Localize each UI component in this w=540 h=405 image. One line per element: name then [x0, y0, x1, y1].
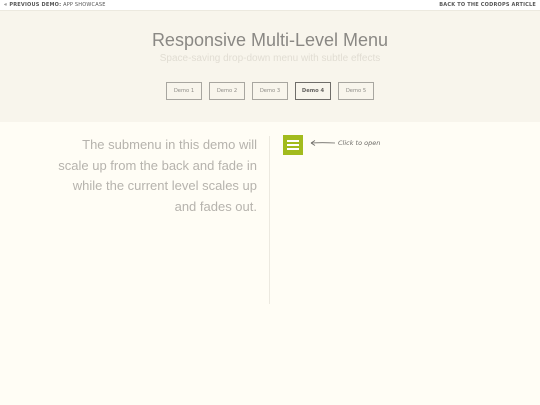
- demo-2-button[interactable]: Demo 2: [209, 82, 245, 100]
- previous-demo-link[interactable]: « Previous Demo: App Showcase: [4, 2, 106, 8]
- top-bar: « Previous Demo: App Showcase Back to th…: [0, 0, 540, 11]
- arrow-left-icon: [310, 140, 336, 146]
- main-content: The submenu in this demo will scale up f…: [0, 122, 540, 405]
- column-divider: [269, 136, 270, 304]
- previous-demo-name: App Showcase: [63, 2, 106, 8]
- back-to-article-link[interactable]: Back to the Codrops Article: [439, 2, 536, 8]
- demo-1-button[interactable]: Demo 1: [166, 82, 202, 100]
- hamburger-menu-icon[interactable]: [283, 135, 303, 155]
- demo-nav: Demo 1 Demo 2 Demo 3 Demo 4 Demo 5: [0, 82, 540, 100]
- demo-description: The submenu in this demo will scale up f…: [58, 137, 257, 214]
- previous-demo-label: « Previous Demo:: [4, 2, 62, 8]
- menu-bar-line: [287, 144, 299, 146]
- menu-bar-line: [287, 148, 299, 150]
- header: Responsive Multi-Level Menu Space-saving…: [0, 11, 540, 122]
- click-to-open-hint: Click to open: [338, 139, 381, 147]
- menu-bar-line: [287, 140, 299, 142]
- page-title: Responsive Multi-Level Menu: [151, 30, 389, 50]
- demo-3-button[interactable]: Demo 3: [252, 82, 288, 100]
- demo-5-button[interactable]: Demo 5: [338, 82, 374, 100]
- demo-4-button[interactable]: Demo 4: [295, 82, 331, 100]
- page-subtitle: Space-saving drop-down menu with subtle …: [159, 53, 381, 64]
